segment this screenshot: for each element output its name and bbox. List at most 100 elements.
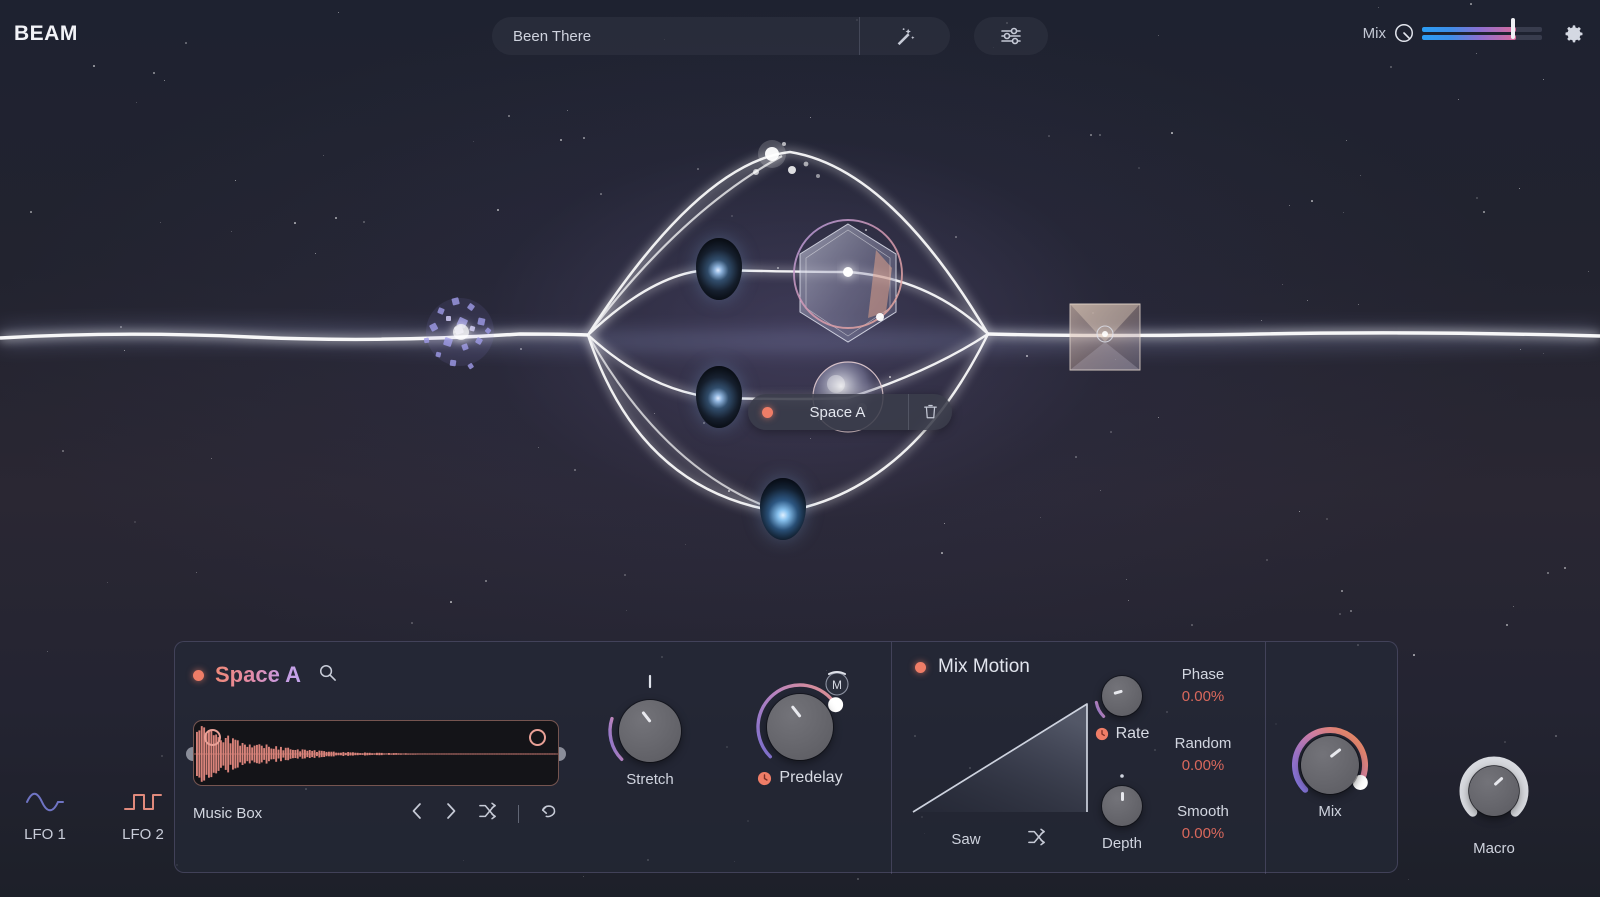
sample-name-label: Music Box bbox=[193, 805, 263, 822]
sine-wave-icon bbox=[26, 792, 64, 812]
depth-knob[interactable] bbox=[1102, 786, 1142, 826]
square-wave-icon bbox=[124, 794, 162, 810]
magic-wand-icon bbox=[897, 28, 915, 46]
phase-value[interactable]: 0.00% bbox=[1143, 688, 1263, 705]
waveform-loop-end-marker[interactable] bbox=[529, 729, 546, 746]
settings-sliders-button[interactable] bbox=[974, 17, 1048, 55]
phase-readout[interactable]: Phase 0.00% bbox=[1143, 666, 1263, 705]
waveform-loop-start-marker[interactable] bbox=[204, 729, 221, 746]
preset-controls: Been There bbox=[492, 17, 1048, 55]
panel-divider-2 bbox=[1265, 642, 1266, 874]
predelay-mod-badge-text: M bbox=[832, 678, 842, 692]
selected-node-label-pill[interactable]: Space A bbox=[748, 394, 952, 430]
lfo-2-button[interactable]: LFO 2 bbox=[112, 790, 174, 843]
predelay-knob[interactable] bbox=[767, 694, 833, 760]
smooth-label: Smooth bbox=[1177, 803, 1229, 820]
stretch-knob-indicator bbox=[640, 710, 652, 723]
magic-wand-button[interactable] bbox=[860, 17, 950, 55]
bottom-control-area: LFO 1 LFO 2 Space A Music Box Stretch M … bbox=[0, 627, 1600, 897]
smooth-readout[interactable]: Smooth 0.00% bbox=[1143, 803, 1263, 842]
hexagon-crystal-node bbox=[799, 223, 897, 343]
predelay-control[interactable]: M Predelay bbox=[735, 671, 865, 787]
space-active-dot[interactable] bbox=[193, 669, 204, 681]
waveform-display bbox=[194, 726, 558, 782]
macro-control[interactable]: Macro bbox=[1444, 751, 1544, 857]
preset-browser[interactable]: Been There bbox=[492, 17, 950, 55]
phase-label: Phase bbox=[1181, 666, 1225, 683]
stretch-label: Stretch bbox=[626, 771, 674, 788]
meter-channel-left bbox=[1422, 26, 1542, 32]
mix-motion-section: Mix Motion Saw Rate Depth Phase 0.00% Ra… bbox=[891, 642, 1265, 874]
macro-knob-indicator bbox=[1492, 776, 1504, 787]
chevron-right-icon bbox=[447, 803, 456, 819]
rate-knob-indicator bbox=[1112, 689, 1123, 695]
sample-controls bbox=[410, 802, 559, 825]
cube-prism-node bbox=[1069, 303, 1141, 371]
saw-waveform-graphic bbox=[912, 703, 1088, 813]
motion-shape-controls: Saw bbox=[905, 828, 1093, 851]
sample-controls-divider bbox=[518, 804, 519, 823]
macro-knob[interactable] bbox=[1469, 766, 1519, 816]
node-label-text: Space A bbox=[809, 403, 866, 421]
motion-shape-shuffle-button[interactable] bbox=[1027, 828, 1047, 851]
waveform-box[interactable] bbox=[193, 720, 559, 786]
lfo-2-label: LFO 2 bbox=[122, 826, 164, 843]
trash-icon bbox=[924, 404, 937, 419]
undo-icon bbox=[541, 805, 556, 818]
smooth-value[interactable]: 0.00% bbox=[1143, 825, 1263, 842]
sample-prev-button[interactable] bbox=[410, 802, 424, 825]
meter-handle[interactable] bbox=[1511, 18, 1516, 39]
random-label: Random bbox=[1174, 735, 1232, 752]
settings-button[interactable] bbox=[1562, 22, 1586, 51]
sample-browser-row: Music Box bbox=[193, 802, 559, 825]
random-readout[interactable]: Random 0.00% bbox=[1143, 735, 1263, 774]
motion-shape-label: Saw bbox=[951, 831, 981, 848]
lfo-section: LFO 1 LFO 2 bbox=[14, 790, 174, 843]
mix-control[interactable]: Mix bbox=[1275, 720, 1385, 820]
space-search-button[interactable] bbox=[318, 663, 337, 687]
stretch-control[interactable]: Stretch bbox=[595, 674, 705, 788]
sparkle-cluster bbox=[753, 140, 820, 178]
motion-shape-display[interactable] bbox=[905, 688, 1093, 818]
clock-icon bbox=[1095, 727, 1108, 741]
space-panel-header: Space A bbox=[193, 662, 337, 688]
mix-knob-icon[interactable] bbox=[1393, 22, 1415, 44]
sample-next-button[interactable] bbox=[444, 802, 458, 825]
mix-knob[interactable] bbox=[1301, 736, 1359, 794]
depth-knob-indicator bbox=[1120, 792, 1124, 801]
particle-cluster-node bbox=[423, 297, 494, 370]
chevron-left-icon bbox=[412, 803, 421, 819]
sample-undo-button[interactable] bbox=[539, 802, 559, 825]
stretch-knob[interactable] bbox=[619, 700, 681, 762]
master-mix-meter[interactable]: Mix bbox=[1363, 18, 1542, 44]
main-control-panel: Space A Music Box Stretch M Predelay Mix… bbox=[174, 641, 1398, 874]
delete-node-button[interactable] bbox=[908, 394, 952, 430]
signal-flow-visualization[interactable]: Space A bbox=[0, 72, 1600, 632]
space-panel-title: Space A bbox=[215, 662, 302, 687]
mix-knob-indicator bbox=[1329, 747, 1342, 759]
lfo-1-button[interactable]: LFO 1 bbox=[14, 790, 76, 843]
meter-bars bbox=[1422, 18, 1542, 40]
shuffle-icon bbox=[479, 802, 496, 820]
preset-name-field[interactable]: Been There bbox=[492, 28, 859, 45]
search-icon bbox=[320, 664, 336, 681]
gear-icon bbox=[1565, 25, 1583, 43]
lfo-1-label: LFO 1 bbox=[24, 826, 66, 843]
mix-motion-header: Mix Motion bbox=[915, 656, 1030, 678]
predelay-mod-badge[interactable]: M bbox=[825, 671, 849, 696]
app-brand-title: BEAM bbox=[14, 22, 78, 45]
mix-motion-title: Mix Motion bbox=[938, 656, 1030, 677]
mix-motion-active-dot[interactable] bbox=[915, 661, 926, 673]
meter-channel-right bbox=[1422, 34, 1542, 40]
random-value[interactable]: 0.00% bbox=[1143, 757, 1263, 774]
sample-shuffle-button[interactable] bbox=[478, 802, 498, 825]
top-bar: BEAM Been There Mix bbox=[0, 0, 1600, 72]
beam-plugin-window: BEAM Been There Mix Space A LFO 1 LFO 2 … bbox=[0, 0, 1600, 897]
meter-fill-left bbox=[1422, 26, 1516, 32]
sliders-icon bbox=[1001, 27, 1021, 45]
sample-waveform-editor[interactable] bbox=[186, 720, 566, 786]
macro-label: Macro bbox=[1473, 840, 1515, 857]
predelay-knob-indicator bbox=[790, 705, 802, 718]
rate-knob[interactable] bbox=[1102, 676, 1142, 716]
meter-fill-right bbox=[1422, 34, 1516, 40]
